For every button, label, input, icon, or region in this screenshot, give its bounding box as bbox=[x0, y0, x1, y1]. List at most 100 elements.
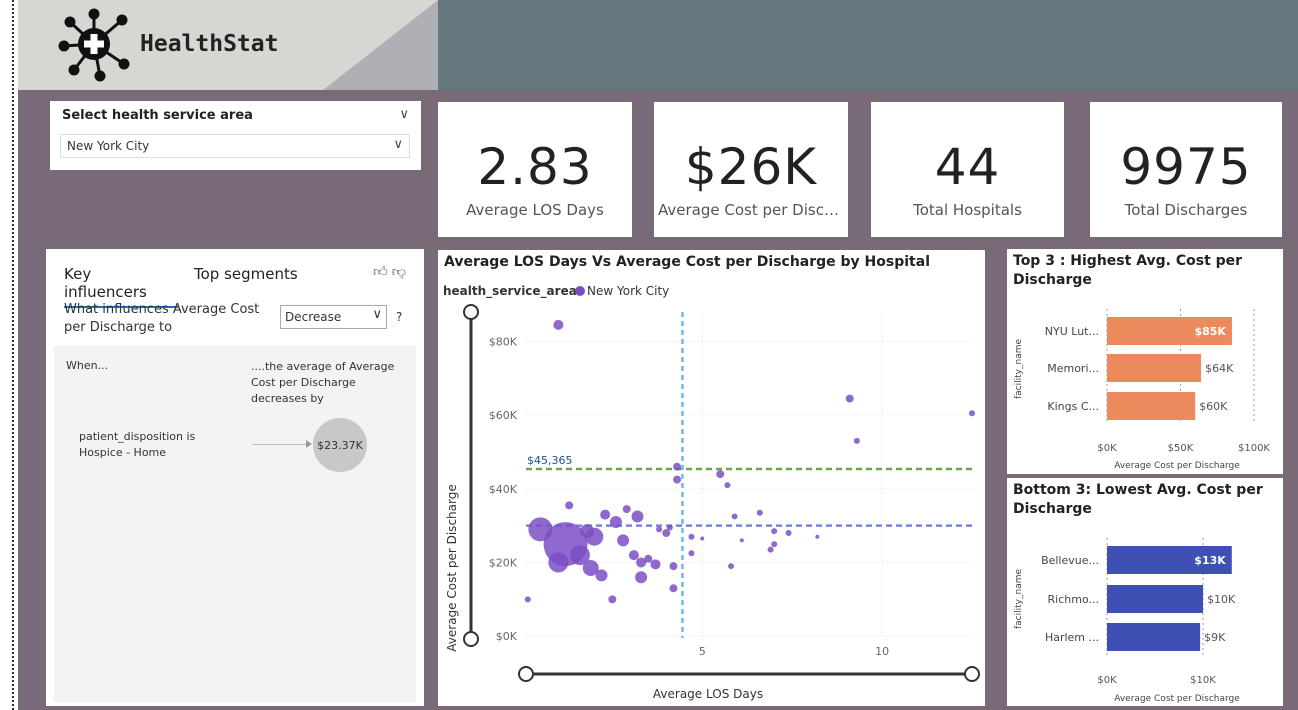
y-tick-label: $60K bbox=[489, 409, 518, 422]
chevron-down-icon[interactable]: ∨ bbox=[399, 107, 409, 122]
scatter-point bbox=[622, 505, 631, 514]
scatter-point bbox=[688, 550, 695, 557]
kpi-label: Average LOS Days bbox=[466, 201, 604, 219]
influencer-detail-panel: When... ....the average of Average Cost … bbox=[54, 346, 416, 702]
chevron-down-icon: ∨ bbox=[372, 307, 382, 322]
category-label: Harlem ... bbox=[1045, 631, 1099, 644]
slicer-value: New York City bbox=[67, 139, 150, 153]
data-label: $60K bbox=[1199, 400, 1228, 413]
thumbs-up-icon[interactable]: 👍︎ bbox=[373, 264, 392, 280]
scatter-point bbox=[756, 509, 763, 516]
data-label: $10K bbox=[1207, 593, 1236, 606]
x-tick-label: $10K bbox=[1190, 675, 1216, 686]
scatter-point bbox=[767, 546, 774, 553]
kpi-label: Average Cost per Disch... bbox=[658, 201, 844, 219]
x-axis-title: Average Cost per Discharge bbox=[1114, 461, 1240, 471]
when-label: When... bbox=[66, 359, 109, 372]
scatter-point bbox=[631, 510, 644, 523]
scatter-point bbox=[609, 515, 622, 528]
scatter-point bbox=[785, 530, 792, 537]
top3-bar-visual: Top 3 : Highest Avg. Cost per Discharge … bbox=[1007, 249, 1283, 474]
kpi-card-total-discharges: 9975 Total Discharges bbox=[1090, 102, 1282, 237]
category-label: Kings C... bbox=[1047, 400, 1099, 413]
scatter-point bbox=[771, 528, 778, 535]
kpi-card-total-hospitals: 44 Total Hospitals bbox=[871, 102, 1064, 237]
health-area-slicer[interactable]: Select health service area ∨ New York Ci… bbox=[50, 101, 421, 170]
scatter-point bbox=[673, 462, 682, 471]
scatter-point bbox=[688, 533, 695, 540]
data-label: $85K bbox=[1194, 325, 1226, 338]
scatter-point bbox=[669, 584, 678, 593]
scatter-point bbox=[565, 501, 574, 510]
influencer-condition[interactable]: patient_disposition is Hospice - Home bbox=[79, 429, 219, 461]
y-axis-title: facility_name bbox=[1014, 339, 1024, 399]
y-tick-label: $20K bbox=[489, 556, 518, 569]
direction-dropdown[interactable]: Decrease ∨ bbox=[280, 305, 387, 329]
scatter-point bbox=[608, 595, 617, 604]
legend-item: New York City bbox=[587, 284, 669, 298]
scatter-point bbox=[650, 559, 661, 570]
scatter-point bbox=[617, 534, 630, 547]
legend-marker bbox=[575, 286, 585, 296]
bar bbox=[1107, 623, 1201, 651]
bar bbox=[1107, 392, 1196, 420]
scatter-point bbox=[580, 524, 595, 539]
data-label: $9K bbox=[1204, 631, 1226, 644]
y-tick-label: $80K bbox=[489, 335, 518, 348]
scatter-point bbox=[853, 437, 860, 444]
scatter-point bbox=[731, 513, 738, 520]
chevron-down-icon[interactable]: ∨ bbox=[393, 137, 403, 152]
scatter-point bbox=[582, 560, 599, 577]
virus-cross-icon bbox=[58, 8, 130, 82]
header-band bbox=[438, 0, 1298, 90]
kpi-value: 9975 bbox=[1120, 138, 1252, 196]
scatter-point bbox=[969, 410, 975, 417]
x-tick-label: $0K bbox=[1097, 675, 1117, 686]
scatter-point bbox=[656, 526, 663, 533]
data-label: $13K bbox=[1194, 554, 1226, 567]
slicer-dropdown[interactable]: New York City ∨ bbox=[60, 134, 410, 158]
x-axis-title: Average Cost per Discharge bbox=[1114, 694, 1240, 704]
x-tick-label: $50K bbox=[1168, 443, 1194, 454]
scatter-point bbox=[636, 557, 647, 568]
y-tick-label: $0K bbox=[496, 630, 518, 643]
influencer-question: What influences Average Cost per Dischar… bbox=[64, 302, 260, 335]
slicer-label: Select health service area bbox=[62, 108, 253, 123]
scatter-point bbox=[845, 394, 854, 403]
arrow-right-icon bbox=[306, 440, 312, 448]
scatter-point bbox=[548, 552, 569, 573]
scatter-point bbox=[669, 562, 678, 571]
arrow-line bbox=[252, 444, 310, 445]
canvas-edge bbox=[12, 0, 14, 710]
x-axis-title: Average LOS Days bbox=[653, 687, 763, 701]
key-influencers-visual: Key influencers Top segments 👍︎👎︎ What i… bbox=[46, 249, 424, 706]
kpi-card-avg-los: 2.83 Average LOS Days bbox=[438, 102, 632, 237]
effect-bubble: $23.37K bbox=[313, 418, 367, 472]
then-label: ....the average of Average Cost per Disc… bbox=[251, 360, 395, 405]
scatter-chart: health_service_area New York City $0K $20… bbox=[443, 284, 980, 701]
thumbs-down-icon[interactable]: 👎︎ bbox=[392, 264, 410, 280]
x-tick-label: $100K bbox=[1238, 443, 1270, 454]
category-label: Richmo... bbox=[1048, 593, 1099, 606]
header-logo-band: HealthStat bbox=[18, 0, 438, 90]
top3-bar-chart: facility_name Average Cost per Discharge… bbox=[1014, 309, 1270, 471]
help-icon[interactable]: ? bbox=[396, 310, 402, 324]
scatter-point bbox=[662, 529, 671, 538]
app-title: HealthStat bbox=[140, 31, 279, 57]
kpi-value: 44 bbox=[934, 138, 1001, 196]
scatter-point bbox=[635, 571, 648, 584]
y-axis-title: facility_name bbox=[1014, 569, 1024, 629]
bar bbox=[1107, 585, 1203, 613]
kpi-value: $26K bbox=[684, 138, 818, 196]
scatter-point bbox=[739, 538, 744, 543]
y-zoom-slider[interactable] bbox=[463, 304, 479, 647]
scatter-point bbox=[728, 563, 735, 570]
direction-value: Decrease bbox=[285, 310, 342, 324]
category-label: Memori... bbox=[1047, 362, 1099, 375]
x-tick-label: 10 bbox=[875, 645, 889, 658]
bottom3-bar-chart: facility_name Average Cost per Discharge… bbox=[1014, 538, 1240, 704]
x-zoom-slider[interactable] bbox=[518, 666, 980, 682]
category-label: Bellevue... bbox=[1041, 554, 1099, 567]
scatter-point bbox=[600, 509, 611, 520]
scatter-point bbox=[673, 475, 682, 484]
